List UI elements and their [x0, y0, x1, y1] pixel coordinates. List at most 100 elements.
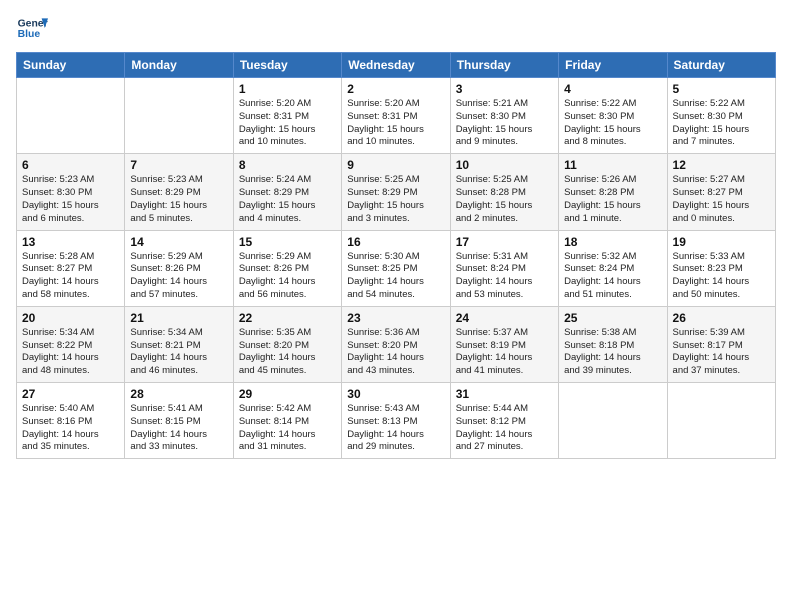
- day-info: Sunrise: 5:23 AM Sunset: 8:29 PM Dayligh…: [130, 174, 227, 225]
- calendar-week-row: 20Sunrise: 5:34 AM Sunset: 8:22 PM Dayli…: [17, 306, 776, 382]
- logo-icon: General Blue: [16, 12, 48, 44]
- calendar-cell: 2Sunrise: 5:20 AM Sunset: 8:31 PM Daylig…: [342, 78, 450, 154]
- weekday-header: Tuesday: [233, 53, 341, 78]
- day-number: 12: [673, 158, 770, 172]
- day-info: Sunrise: 5:38 AM Sunset: 8:18 PM Dayligh…: [564, 327, 661, 378]
- day-number: 10: [456, 158, 553, 172]
- day-info: Sunrise: 5:29 AM Sunset: 8:26 PM Dayligh…: [130, 251, 227, 302]
- calendar-table: SundayMondayTuesdayWednesdayThursdayFrid…: [16, 52, 776, 459]
- day-info: Sunrise: 5:26 AM Sunset: 8:28 PM Dayligh…: [564, 174, 661, 225]
- calendar-week-row: 1 Sunrise: 5:20 AM Sunset: 8:31 PM Daylig…: [17, 78, 776, 154]
- day-info: Sunrise: 5:40 AM Sunset: 8:16 PM Dayligh…: [22, 403, 119, 454]
- calendar-week-row: 27 Sunrise: 5:40 AM Sunset: 8:16 PM Dayli…: [17, 383, 776, 459]
- calendar-cell: 20Sunrise: 5:34 AM Sunset: 8:22 PM Dayli…: [17, 306, 125, 382]
- calendar-cell: 19 Sunrise: 5:33 AM Sunset: 8:23 PM Dayli…: [667, 230, 775, 306]
- header: General Blue: [16, 12, 776, 44]
- day-number: 18: [564, 235, 661, 249]
- day-number: 9: [347, 158, 444, 172]
- weekday-header: Sunday: [17, 53, 125, 78]
- page: General Blue SundayMondayTuesdayWednesda…: [0, 0, 792, 612]
- calendar-cell: 15 Sunrise: 5:29 AM Sunset: 8:26 PM Dayli…: [233, 230, 341, 306]
- logo: General Blue: [16, 12, 48, 44]
- day-info: Sunrise: 5:34 AM Sunset: 8:21 PM Dayligh…: [130, 327, 227, 378]
- day-number: 6: [22, 158, 119, 172]
- day-number: 13: [22, 235, 119, 249]
- day-info: Sunrise: 5:29 AM Sunset: 8:26 PM Dayligh…: [239, 251, 336, 302]
- calendar-cell: 29Sunrise: 5:42 AM Sunset: 8:14 PM Dayli…: [233, 383, 341, 459]
- day-number: 27: [22, 387, 119, 401]
- calendar-cell: 18 Sunrise: 5:32 AM Sunset: 8:24 PM Dayli…: [559, 230, 667, 306]
- calendar-week-row: 13 Sunrise: 5:28 AM Sunset: 8:27 PM Dayli…: [17, 230, 776, 306]
- day-info: Sunrise: 5:35 AM Sunset: 8:20 PM Dayligh…: [239, 327, 336, 378]
- day-info: Sunrise: 5:44 AM Sunset: 8:12 PM Dayligh…: [456, 403, 553, 454]
- calendar-cell: 5 Sunrise: 5:22 AM Sunset: 8:30 PM Daylig…: [667, 78, 775, 154]
- day-number: 7: [130, 158, 227, 172]
- day-info: Sunrise: 5:33 AM Sunset: 8:23 PM Dayligh…: [673, 251, 770, 302]
- day-number: 16: [347, 235, 444, 249]
- calendar-cell: 22 Sunrise: 5:35 AM Sunset: 8:20 PM Dayli…: [233, 306, 341, 382]
- weekday-header: Saturday: [667, 53, 775, 78]
- calendar-cell: 3 Sunrise: 5:21 AM Sunset: 8:30 PM Daylig…: [450, 78, 558, 154]
- day-number: 21: [130, 311, 227, 325]
- calendar-cell: 9Sunrise: 5:25 AM Sunset: 8:29 PM Daylig…: [342, 154, 450, 230]
- day-info: Sunrise: 5:28 AM Sunset: 8:27 PM Dayligh…: [22, 251, 119, 302]
- day-number: 19: [673, 235, 770, 249]
- day-number: 1: [239, 82, 336, 96]
- day-info: Sunrise: 5:22 AM Sunset: 8:30 PM Dayligh…: [673, 98, 770, 149]
- day-info: Sunrise: 5:22 AM Sunset: 8:30 PM Dayligh…: [564, 98, 661, 149]
- day-number: 20: [22, 311, 119, 325]
- day-number: 14: [130, 235, 227, 249]
- day-info: Sunrise: 5:25 AM Sunset: 8:28 PM Dayligh…: [456, 174, 553, 225]
- day-number: 17: [456, 235, 553, 249]
- calendar-cell: 25 Sunrise: 5:38 AM Sunset: 8:18 PM Dayli…: [559, 306, 667, 382]
- day-number: 24: [456, 311, 553, 325]
- day-info: Sunrise: 5:39 AM Sunset: 8:17 PM Dayligh…: [673, 327, 770, 378]
- calendar-cell: 21 Sunrise: 5:34 AM Sunset: 8:21 PM Dayli…: [125, 306, 233, 382]
- day-number: 28: [130, 387, 227, 401]
- svg-text:Blue: Blue: [18, 29, 41, 40]
- day-number: 4: [564, 82, 661, 96]
- day-info: Sunrise: 5:27 AM Sunset: 8:27 PM Dayligh…: [673, 174, 770, 225]
- calendar-cell: 11 Sunrise: 5:26 AM Sunset: 8:28 PM Dayli…: [559, 154, 667, 230]
- calendar-cell: 24 Sunrise: 5:37 AM Sunset: 8:19 PM Dayli…: [450, 306, 558, 382]
- calendar-cell: 12 Sunrise: 5:27 AM Sunset: 8:27 PM Dayli…: [667, 154, 775, 230]
- day-info: Sunrise: 5:31 AM Sunset: 8:24 PM Dayligh…: [456, 251, 553, 302]
- day-info: Sunrise: 5:30 AM Sunset: 8:25 PM Dayligh…: [347, 251, 444, 302]
- day-info: Sunrise: 5:32 AM Sunset: 8:24 PM Dayligh…: [564, 251, 661, 302]
- day-number: 26: [673, 311, 770, 325]
- calendar-cell: 6 Sunrise: 5:23 AM Sunset: 8:30 PM Daylig…: [17, 154, 125, 230]
- calendar-cell: 28Sunrise: 5:41 AM Sunset: 8:15 PM Dayli…: [125, 383, 233, 459]
- calendar-cell: 1 Sunrise: 5:20 AM Sunset: 8:31 PM Daylig…: [233, 78, 341, 154]
- day-number: 23: [347, 311, 444, 325]
- day-info: Sunrise: 5:37 AM Sunset: 8:19 PM Dayligh…: [456, 327, 553, 378]
- calendar-cell: [125, 78, 233, 154]
- day-number: 22: [239, 311, 336, 325]
- day-info: Sunrise: 5:20 AM Sunset: 8:31 PM Dayligh…: [239, 98, 336, 149]
- day-number: 5: [673, 82, 770, 96]
- calendar-cell: 7 Sunrise: 5:23 AM Sunset: 8:29 PM Daylig…: [125, 154, 233, 230]
- calendar-cell: [559, 383, 667, 459]
- day-info: Sunrise: 5:24 AM Sunset: 8:29 PM Dayligh…: [239, 174, 336, 225]
- calendar-cell: 4 Sunrise: 5:22 AM Sunset: 8:30 PM Daylig…: [559, 78, 667, 154]
- day-info: Sunrise: 5:36 AM Sunset: 8:20 PM Dayligh…: [347, 327, 444, 378]
- day-number: 3: [456, 82, 553, 96]
- day-info: Sunrise: 5:20 AM Sunset: 8:31 PM Dayligh…: [347, 98, 444, 149]
- day-info: Sunrise: 5:21 AM Sunset: 8:30 PM Dayligh…: [456, 98, 553, 149]
- calendar-header-row: SundayMondayTuesdayWednesdayThursdayFrid…: [17, 53, 776, 78]
- day-number: 25: [564, 311, 661, 325]
- day-number: 29: [239, 387, 336, 401]
- calendar-cell: 17 Sunrise: 5:31 AM Sunset: 8:24 PM Dayli…: [450, 230, 558, 306]
- day-info: Sunrise: 5:23 AM Sunset: 8:30 PM Dayligh…: [22, 174, 119, 225]
- weekday-header: Friday: [559, 53, 667, 78]
- day-number: 11: [564, 158, 661, 172]
- calendar-cell: 16 Sunrise: 5:30 AM Sunset: 8:25 PM Dayli…: [342, 230, 450, 306]
- calendar-cell: 14 Sunrise: 5:29 AM Sunset: 8:26 PM Dayli…: [125, 230, 233, 306]
- day-number: 15: [239, 235, 336, 249]
- calendar-cell: [17, 78, 125, 154]
- calendar-cell: 13 Sunrise: 5:28 AM Sunset: 8:27 PM Dayli…: [17, 230, 125, 306]
- day-number: 8: [239, 158, 336, 172]
- calendar-body: 1 Sunrise: 5:20 AM Sunset: 8:31 PM Daylig…: [17, 78, 776, 459]
- calendar-cell: [667, 383, 775, 459]
- calendar-cell: 10 Sunrise: 5:25 AM Sunset: 8:28 PM Dayli…: [450, 154, 558, 230]
- day-number: 30: [347, 387, 444, 401]
